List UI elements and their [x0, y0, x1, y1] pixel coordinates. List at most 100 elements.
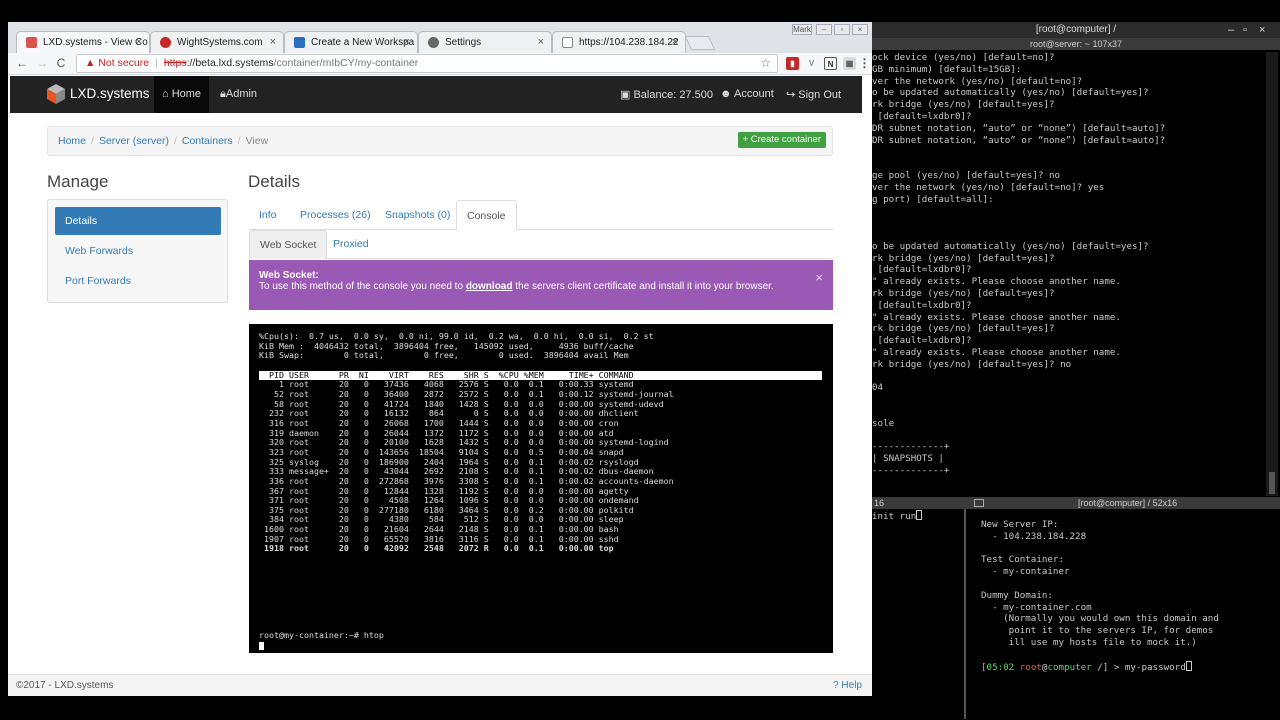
- pane-divider[interactable]: [964, 509, 966, 719]
- back-icon[interactable]: ←: [14, 55, 30, 71]
- close-tab-icon[interactable]: ×: [538, 32, 544, 53]
- profile-badge[interactable]: Mark: [792, 24, 812, 35]
- details-heading: Details: [248, 172, 300, 191]
- terminal-title: [root@computer] /: [1035, 24, 1117, 35]
- console-subtabs: Web Socket Proxied: [249, 230, 833, 259]
- nav-admin-label: Admin: [225, 88, 258, 100]
- new-tab-button[interactable]: [684, 36, 716, 50]
- tab-strip: LXD.systems - View Co × WightSystems.com…: [8, 22, 872, 54]
- close-tab-icon[interactable]: ×: [404, 32, 410, 53]
- extension-grid-icon[interactable]: ▦: [843, 57, 856, 70]
- close-icon[interactable]: ×: [1259, 22, 1265, 38]
- bookmark-star-icon[interactable]: ☆: [760, 55, 771, 72]
- extension-n-icon[interactable]: N: [824, 57, 837, 70]
- menu-item-web-forwards[interactable]: Web Forwards: [55, 237, 221, 265]
- browser-tab-wightsystems[interactable]: WightSystems.com ×: [150, 31, 284, 53]
- close-tab-icon[interactable]: ×: [672, 32, 678, 53]
- terminal-line: | SNAPSHOTS |: [872, 453, 944, 465]
- process-row: 1918 root 20 0 42092 2548 2072 R 0.0 0.1…: [259, 543, 614, 554]
- url-separator: |: [155, 57, 158, 69]
- subtab-proxied[interactable]: Proxied: [323, 230, 379, 259]
- pane-left-text: init run: [872, 511, 917, 522]
- web-socket-alert: Web Socket: To use this method of the co…: [249, 260, 833, 310]
- workspace-favicon-icon: [294, 37, 305, 48]
- terminal-line: rk bridge (yes/no) [default=yes]? no: [872, 358, 1072, 370]
- forward-icon[interactable]: →: [34, 55, 50, 71]
- prompt-time: [05:02: [981, 661, 1015, 673]
- minimize-icon[interactable]: –: [1228, 22, 1234, 38]
- notes-line: point it to the servers IP, for demos: [981, 625, 1214, 637]
- tab-snapshots[interactable]: Snapshots (0): [375, 200, 460, 230]
- nav-account[interactable]: ☻ Account: [720, 88, 774, 100]
- notes-line: - my-container: [981, 566, 1070, 578]
- terminal-output[interactable]: ock device (yes/no) [default=no]? GB mini…: [872, 52, 1264, 496]
- terminal-line: [default=lxdbr0]?: [872, 335, 972, 347]
- terminal-scrollbar[interactable]: [1266, 52, 1278, 496]
- not-secure-label[interactable]: Not secure: [98, 57, 149, 69]
- manage-menu: Details Web Forwards Port Forwards: [47, 199, 228, 303]
- container-console[interactable]: %Cpu(s): 0.7 us, 0.0 sy, 0.0 ni, 99.0 id…: [249, 324, 833, 653]
- console-summary-line: KiB Swap: 0 total, 0 free, 0 used. 38964…: [259, 350, 629, 361]
- browser-tab-workspace[interactable]: Create a New Workspa ×: [284, 31, 418, 53]
- lxd-logo-icon: [47, 84, 65, 104]
- tab-info[interactable]: Info: [249, 200, 287, 230]
- maximize-icon[interactable]: ▫: [1243, 22, 1247, 38]
- pane-right-title: [root@computer] / 52x16: [1078, 498, 1178, 508]
- browser-tab-lxd[interactable]: LXD.systems - View Co ×: [16, 31, 150, 53]
- console-prompt: root@my-container:~# htop: [259, 630, 384, 641]
- nav-home[interactable]: ⌂ Home: [154, 76, 210, 113]
- tab-label: Settings: [445, 37, 482, 48]
- page-content: LXD.systems ⌂ Home 🔒︎Admin ▣ Balance: 27…: [8, 76, 872, 696]
- money-icon: ▣: [620, 89, 634, 101]
- lxd-favicon-icon: [26, 37, 37, 48]
- close-icon[interactable]: ×: [815, 270, 823, 285]
- reload-icon[interactable]: C: [53, 55, 69, 71]
- breadcrumb-server[interactable]: Server (server): [99, 135, 169, 147]
- browser-tab-ip[interactable]: https://104.238.184.22 ×: [552, 31, 686, 53]
- split-icon[interactable]: [974, 499, 984, 507]
- create-container-button[interactable]: + Create container: [737, 132, 826, 148]
- notes-line: Dummy Domain:: [981, 589, 1053, 601]
- cursor: [916, 510, 923, 520]
- terminal-line: [default=lxdbr0]?: [872, 299, 972, 311]
- terminal-line: g port) [default=all]:: [872, 193, 994, 205]
- terminal-left-pane[interactable]: init run: [872, 509, 962, 719]
- nav-balance[interactable]: ▣ Balance: 27.500: [620, 88, 713, 101]
- menu-icon[interactable]: ⋮: [858, 57, 871, 70]
- maximize-icon[interactable]: ▫: [834, 24, 850, 35]
- nav-admin[interactable]: 🔒︎Admin: [220, 88, 257, 101]
- help-link[interactable]: ? Help: [833, 675, 862, 696]
- download-link[interactable]: download: [466, 281, 513, 292]
- address-bar[interactable]: ▲ Not secure | https://beta.lxd.systems/co…: [76, 54, 778, 73]
- cursor: [1185, 660, 1192, 671]
- scrollbar-thumb[interactable]: [1269, 472, 1275, 494]
- minimize-icon[interactable]: –: [816, 24, 832, 35]
- close-icon[interactable]: ×: [852, 24, 868, 35]
- terminal-line: rk bridge (yes/no) [default=yes]?: [872, 287, 1055, 299]
- terminal-line: -------------+: [872, 441, 950, 453]
- menu-item-details[interactable]: Details: [55, 207, 221, 235]
- browser-tab-settings[interactable]: Settings ×: [418, 31, 552, 53]
- tab-processes[interactable]: Processes (26): [290, 200, 381, 230]
- nav-signout[interactable]: ↪ Sign Out: [786, 88, 841, 101]
- close-tab-icon[interactable]: ×: [270, 32, 276, 53]
- site-navbar: LXD.systems ⌂ Home 🔒︎Admin ▣ Balance: 27…: [10, 76, 862, 113]
- breadcrumb-home[interactable]: Home: [58, 135, 86, 147]
- notes-line: - my-container.com: [981, 601, 1092, 613]
- terminal-notes-pane[interactable]: New Server IP: - 104.238.184.228 Test Co…: [969, 509, 1267, 719]
- brand-name[interactable]: LXD.systems: [70, 86, 150, 101]
- menu-item-port-forwards[interactable]: Port Forwards: [55, 267, 221, 295]
- tab-console[interactable]: Console: [456, 200, 517, 231]
- extension-icon[interactable]: ▮: [786, 57, 799, 70]
- close-tab-icon[interactable]: ×: [136, 32, 142, 53]
- subtab-web-socket[interactable]: Web Socket: [249, 230, 328, 259]
- extension-v-icon[interactable]: V: [805, 57, 818, 70]
- breadcrumb-containers[interactable]: Containers: [182, 135, 233, 147]
